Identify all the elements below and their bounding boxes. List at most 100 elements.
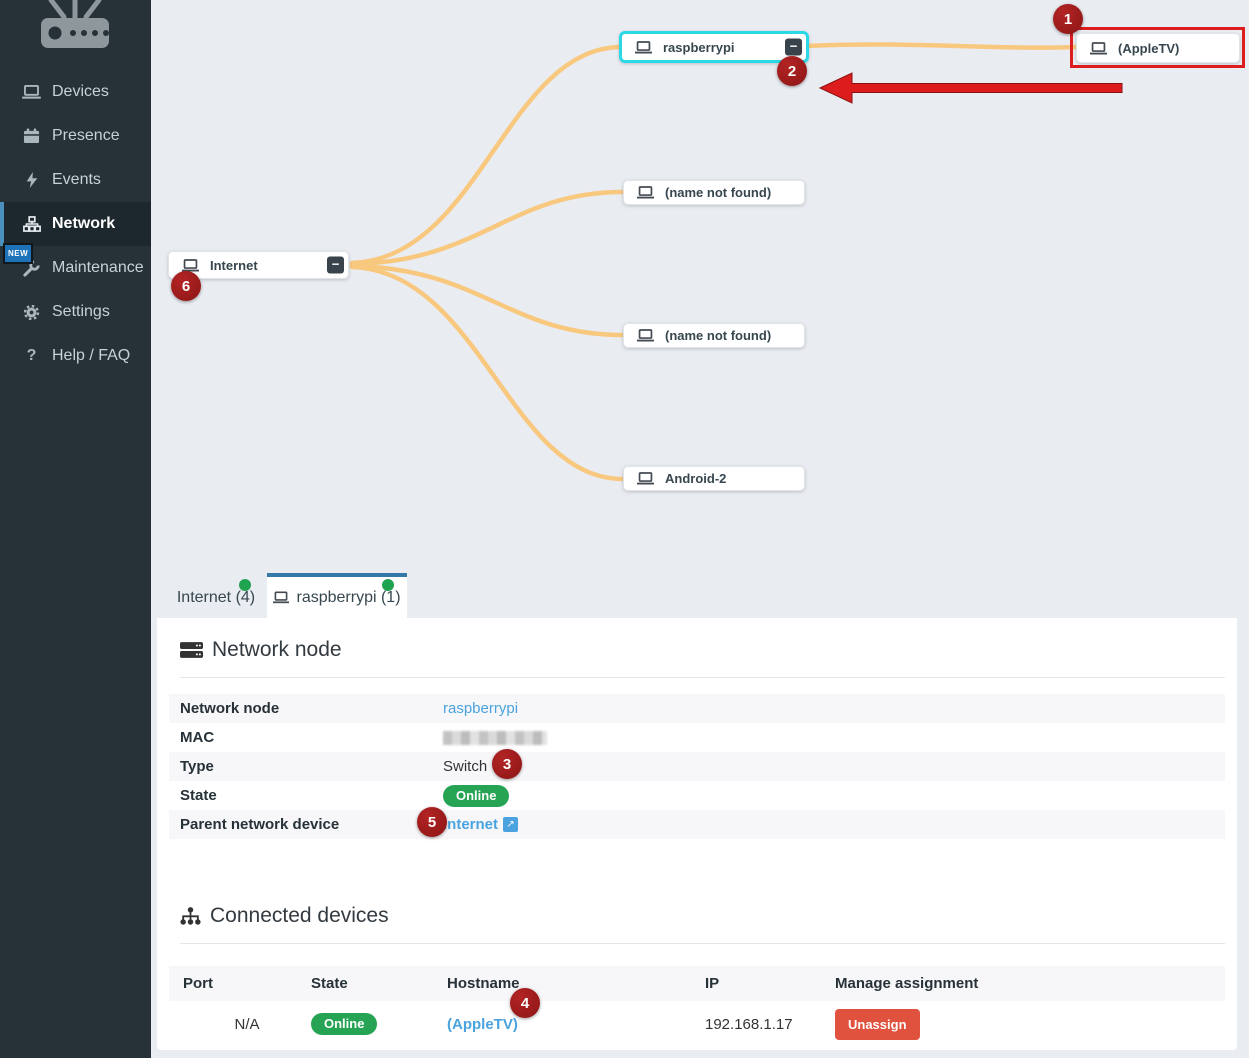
- column-header-manage: Manage assignment: [835, 975, 1225, 992]
- lightning-icon: [22, 171, 41, 190]
- sidebar-item-network[interactable]: Network: [0, 202, 151, 246]
- sidebar-item-devices[interactable]: Devices: [0, 70, 151, 114]
- laptop-icon: [273, 591, 289, 604]
- appletv-link[interactable]: (AppleTV): [447, 1016, 518, 1033]
- online-dot: [239, 579, 251, 591]
- sidebar-item-presence[interactable]: Presence: [0, 114, 151, 158]
- laptop-icon: [635, 41, 652, 54]
- table-row: Parent network device Internet ↗: [169, 810, 1225, 839]
- tab-internet[interactable]: Internet (4): [165, 577, 267, 618]
- sidebar: Devices Presence Events Network NEW Ma: [0, 0, 151, 1058]
- main-content: Internet − raspberrypi − (name not found…: [151, 0, 1249, 1058]
- column-header-port: Port: [183, 975, 311, 992]
- annotation-marker-6: 6: [171, 271, 201, 301]
- tab-label: Internet (4): [177, 589, 255, 607]
- connected-devices-section-title: Connected devices: [180, 904, 389, 928]
- calendar-icon: [22, 127, 41, 146]
- question-icon: ?: [22, 347, 41, 366]
- laptop-icon: [22, 83, 41, 102]
- section-title: Network node: [212, 638, 342, 662]
- collapse-button[interactable]: −: [785, 39, 802, 56]
- annotation-marker-2: 2: [777, 56, 807, 86]
- sidebar-menu: Devices Presence Events Network NEW Ma: [0, 70, 151, 378]
- sidebar-item-label: Network: [52, 215, 115, 233]
- sidebar-item-label: Events: [52, 171, 101, 189]
- laptop-icon: [637, 329, 654, 342]
- annotation-marker-5: 5: [417, 807, 447, 837]
- mac-redacted-value: [443, 731, 547, 745]
- connected-devices-table: Port State Hostname IP Manage assignment…: [169, 966, 1225, 1047]
- node-label: Android-2: [665, 471, 726, 486]
- new-badge: NEW: [3, 243, 33, 264]
- row-label: State: [180, 787, 443, 804]
- section-title: Connected devices: [210, 904, 389, 928]
- tab-bar: Internet (4) raspberrypi (1): [151, 577, 1249, 618]
- node-raspberrypi[interactable]: raspberrypi −: [619, 31, 809, 63]
- detail-panel: Network node Network node raspberrypi MA…: [157, 618, 1237, 1050]
- table-row: Type Switch: [169, 752, 1225, 781]
- parent-internet-link[interactable]: Internet: [443, 816, 498, 833]
- sidebar-item-label: Help / FAQ: [52, 347, 130, 365]
- row-label: Parent network device: [180, 816, 443, 833]
- port-value: N/A: [183, 1016, 311, 1033]
- row-label: MAC: [180, 729, 443, 746]
- server-icon: [180, 641, 203, 659]
- table-row: Network node raspberrypi: [169, 694, 1225, 723]
- annotation-rectangle: [1070, 27, 1245, 68]
- node-name-not-found-1[interactable]: (name not found): [623, 180, 805, 205]
- network-node-section-title: Network node: [180, 638, 342, 662]
- annotation-marker-4: 4: [510, 988, 540, 1018]
- connection-line: [352, 266, 623, 335]
- network-icon: [22, 215, 41, 234]
- table-header-row: Port State Hostname IP Manage assignment: [169, 966, 1225, 1001]
- unassign-button[interactable]: Unassign: [835, 1009, 920, 1040]
- table-row: N/A Online (AppleTV) 192.168.1.17 Unassi…: [169, 1001, 1225, 1047]
- column-header-hostname: Hostname: [447, 975, 705, 992]
- laptop-icon: [182, 259, 199, 272]
- sidebar-item-label: Maintenance: [52, 259, 144, 277]
- connection-line: [352, 192, 623, 264]
- collapse-button[interactable]: −: [327, 257, 344, 274]
- annotation-marker-1: 1: [1053, 4, 1083, 34]
- node-name-not-found-2[interactable]: (name not found): [623, 323, 805, 348]
- column-header-state: State: [311, 975, 447, 992]
- state-cell: Online: [311, 1013, 447, 1035]
- annotation-marker-3: 3: [492, 749, 522, 779]
- sidebar-item-events[interactable]: Events: [0, 158, 151, 202]
- laptop-icon: [637, 186, 654, 199]
- manage-cell: Unassign: [835, 1009, 1225, 1040]
- row-label: Network node: [180, 700, 443, 717]
- table-row: MAC: [169, 723, 1225, 752]
- row-label: Type: [180, 758, 443, 775]
- sidebar-item-maintenance[interactable]: NEW Maintenance: [0, 246, 151, 290]
- external-link-icon[interactable]: ↗: [503, 817, 518, 832]
- divider: [180, 677, 1225, 678]
- divider: [180, 943, 1225, 944]
- ip-value: 192.168.1.17: [705, 1016, 835, 1033]
- node-label: (name not found): [665, 185, 771, 200]
- connection-line: [806, 44, 1076, 47]
- online-dot: [382, 579, 394, 591]
- sidebar-item-help[interactable]: ? Help / FAQ: [0, 334, 151, 378]
- online-status-badge: Online: [443, 785, 509, 807]
- sidebar-item-label: Settings: [52, 303, 110, 321]
- node-android-2[interactable]: Android-2: [623, 466, 805, 491]
- node-label: raspberrypi: [663, 40, 735, 55]
- laptop-icon: [637, 472, 654, 485]
- column-header-ip: IP: [705, 975, 835, 992]
- sidebar-item-label: Presence: [52, 127, 120, 145]
- sidebar-item-label: Devices: [52, 83, 109, 101]
- table-row: State Online: [169, 781, 1225, 810]
- online-status-badge: Online: [311, 1013, 377, 1035]
- sidebar-item-settings[interactable]: Settings: [0, 290, 151, 334]
- node-label: (name not found): [665, 328, 771, 343]
- hostname-cell: (AppleTV): [447, 1016, 705, 1033]
- connection-line: [352, 47, 622, 263]
- node-label: Internet: [210, 258, 258, 273]
- gear-icon: [22, 303, 41, 322]
- network-node-table: Network node raspberrypi MAC Type Switch…: [169, 694, 1225, 839]
- raspberrypi-link[interactable]: raspberrypi: [443, 700, 518, 717]
- router-logo-icon: [27, 0, 123, 52]
- type-value: Switch: [443, 758, 487, 775]
- tab-label: raspberrypi (1): [296, 589, 400, 607]
